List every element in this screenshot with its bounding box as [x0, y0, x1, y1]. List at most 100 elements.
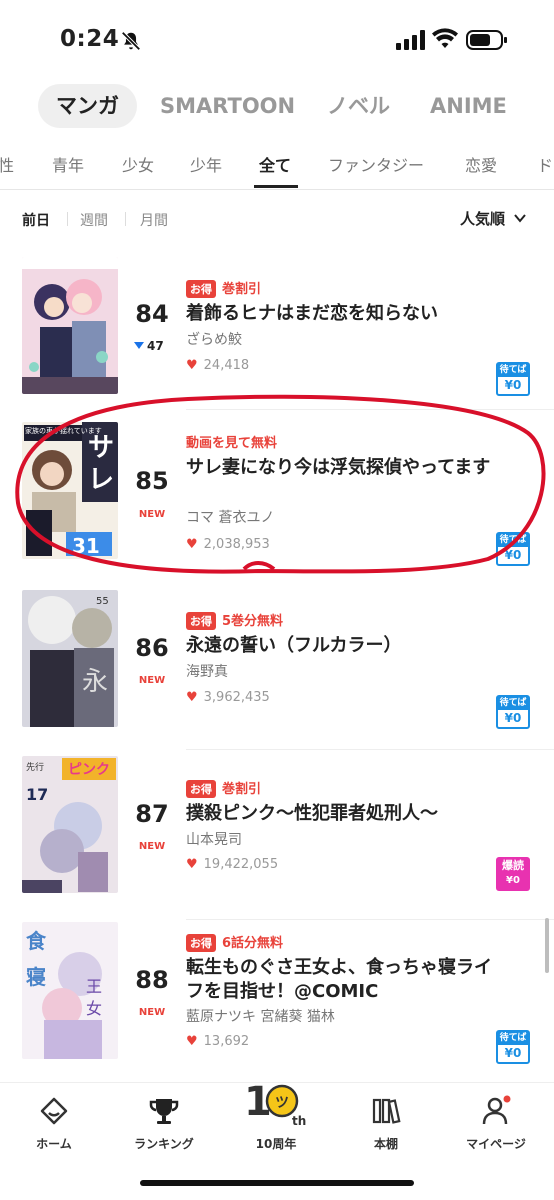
rank-number: 86: [135, 634, 169, 662]
likes-value: 19,422,055: [203, 857, 279, 872]
badge-top: 待てば: [498, 697, 528, 710]
badge-top: 待てば: [498, 364, 528, 377]
nav-label: 10周年: [255, 1137, 297, 1151]
active-genre-underline: [254, 185, 298, 188]
battery-icon: [466, 30, 507, 50]
svg-text:王: 王: [86, 977, 102, 996]
nav-ranking[interactable]: ランキング: [114, 1083, 214, 1173]
genre-tab-fantasy[interactable]: ファンタジー: [328, 152, 424, 176]
item-title[interactable]: 撲殺ピンク〜性犯罪者処刑人〜: [186, 802, 496, 826]
badge-bottom: ¥0: [506, 875, 520, 886]
otoku-badge: お得: [186, 780, 216, 798]
anniversary-mark: th: [292, 1114, 306, 1128]
genre-tab-seinen[interactable]: 青年: [52, 152, 84, 176]
svg-text:寝: 寝: [26, 965, 46, 989]
item-author: 藍原ナツキ 宮緒葵 猫林: [186, 1009, 335, 1025]
nav-label: ランキング: [134, 1137, 194, 1151]
bell-off-icon: [121, 31, 141, 51]
genre-tab-partial[interactable]: 性: [0, 152, 14, 176]
likes-value: 24,418: [203, 358, 250, 373]
ranking-item[interactable]: 84 47 お得 巻割引 着飾るヒナはまだ恋を知らない ざらめ鮫 ♥ 24,418 …: [0, 240, 554, 410]
tab-manga[interactable]: マンガ: [38, 84, 137, 128]
promo-label: お得 巻割引: [186, 278, 261, 298]
heart-icon: ♥: [186, 690, 198, 705]
new-label: NEW: [138, 841, 166, 852]
nav-bookshelf[interactable]: 本棚: [336, 1083, 436, 1173]
home-indicator: [140, 1180, 414, 1186]
item-author: 海野真: [186, 664, 228, 680]
rank-number: 87: [135, 800, 169, 828]
likes-count: ♥ 3,962,435: [186, 690, 270, 705]
item-author: ざらめ鮫: [186, 332, 242, 348]
nav-label: ホーム: [36, 1137, 72, 1151]
item-title[interactable]: 着飾るヒナはまだ恋を知らない: [186, 302, 496, 326]
rank-number: 84: [135, 300, 169, 328]
tab-anime[interactable]: ANIME: [430, 84, 507, 128]
baku-yomi-badge: 爆読 ¥0: [496, 857, 530, 891]
promo-label: お得 5巻分無料: [186, 610, 283, 630]
likes-value: 13,692: [203, 1034, 250, 1049]
otoku-badge: お得: [186, 280, 216, 298]
period-weekly[interactable]: 週間: [80, 210, 108, 230]
promo-text: 6話分無料: [222, 936, 284, 951]
tab-novel[interactable]: ノベル: [327, 84, 390, 128]
item-author: 山本晃司: [186, 832, 242, 848]
new-label: NEW: [138, 1007, 166, 1018]
cover-image[interactable]: ピンク 先行 17: [22, 756, 118, 893]
tab-smartoon[interactable]: SMARTOON: [160, 84, 295, 128]
sort-dropdown[interactable]: 人気順: [460, 208, 505, 229]
period-divider: [125, 212, 126, 226]
promo-label: お得 6話分無料: [186, 932, 283, 952]
likes-count: ♥ 24,418: [186, 358, 249, 373]
genre-tab-shounen[interactable]: 少年: [190, 152, 222, 176]
svg-text:女: 女: [86, 999, 102, 1018]
wifi-icon: [432, 28, 458, 48]
genre-tab-all[interactable]: 全て: [259, 152, 291, 176]
bookshelf-icon: [372, 1098, 401, 1124]
anniversary-10th-icon: 1 ツ th: [244, 1079, 306, 1128]
svg-text:先行: 先行: [26, 761, 44, 773]
chevron-down-icon[interactable]: [512, 210, 528, 226]
rank-change-value: 47: [147, 339, 164, 353]
nav-mypage[interactable]: マイページ: [446, 1083, 546, 1173]
svg-text:55: 55: [96, 596, 109, 607]
nav-10th-anniversary[interactable]: 1 ツ th 10周年: [226, 1079, 326, 1173]
item-title[interactable]: 転生ものぐさ王女よ、食っちゃ寝ライフを目指せ！@COMIC: [186, 956, 496, 1004]
nav-label: マイページ: [466, 1137, 526, 1151]
genre-tabs: 性 青年 少女 少年 全て ファンタジー 恋愛 ド: [0, 140, 554, 190]
cover-image[interactable]: 食 寝 王 女: [22, 922, 118, 1059]
period-daily[interactable]: 前日: [22, 210, 50, 230]
badge-top: 待てば: [498, 1032, 528, 1045]
ranking-item[interactable]: ピンク 先行 17 87 NEW お得 巻割引 撲殺ピンク〜性犯罪者処刑人〜 山本…: [0, 750, 554, 920]
wait-free-badge: 待てば ¥0: [496, 695, 530, 729]
cover-image[interactable]: 永 55: [22, 590, 118, 727]
cover-image[interactable]: [22, 257, 118, 394]
scrollbar[interactable]: [545, 918, 549, 973]
wait-free-badge: 待てば ¥0: [496, 1030, 530, 1064]
badge-top: 爆読: [502, 859, 524, 872]
status-bar: 0:24: [0, 0, 554, 80]
nav-home[interactable]: ホーム: [4, 1083, 104, 1173]
svg-text:永: 永: [82, 667, 108, 697]
promo-text: 巻割引: [222, 782, 262, 797]
rank-change: 47: [134, 339, 174, 353]
genre-tab-drama-partial[interactable]: ド: [537, 152, 553, 176]
trophy-icon: [149, 1099, 179, 1124]
ranking-item[interactable]: 食 寝 王 女 88 NEW お得 6話分無料 転生ものぐさ王女よ、食っちゃ寝ライ…: [0, 920, 554, 1090]
ranking-item[interactable]: 永 55 86 NEW お得 5巻分無料 永遠の誓い（フルカラー） 海野真 ♥ 3,…: [0, 580, 554, 750]
rank-number: 88: [135, 966, 169, 994]
category-tabs: マンガ SMARTOON ノベル ANIME: [0, 84, 554, 130]
badge-bottom: ¥0: [504, 378, 522, 392]
period-monthly[interactable]: 月間: [140, 210, 168, 230]
promo-text: 巻割引: [222, 282, 262, 297]
genre-tab-shoujo[interactable]: 少女: [122, 152, 154, 176]
badge-bottom: ¥0: [504, 711, 522, 725]
new-label: NEW: [138, 675, 166, 686]
promo-label: お得 巻割引: [186, 778, 261, 798]
svg-text:ピンク: ピンク: [68, 762, 110, 778]
genre-tab-romance[interactable]: 恋愛: [465, 152, 497, 176]
likes-count: ♥ 13,692: [186, 1034, 249, 1049]
likes-count: ♥ 19,422,055: [186, 857, 278, 872]
red-annotation-circle: [15, 394, 546, 574]
item-title[interactable]: 永遠の誓い（フルカラー）: [186, 634, 496, 658]
